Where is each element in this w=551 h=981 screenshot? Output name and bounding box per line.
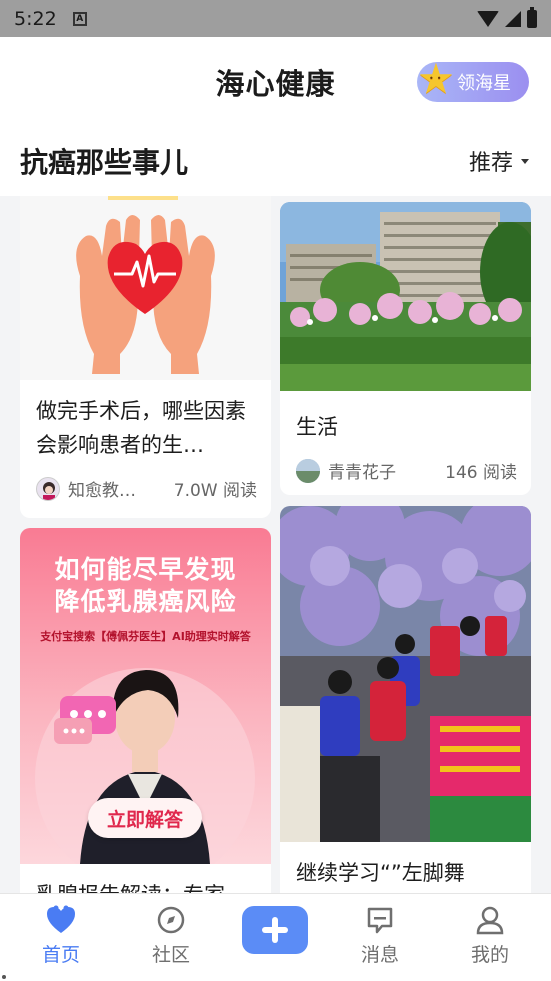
home-indicator [2,975,6,979]
tab-messages-label: 消息 [360,944,399,966]
app-header: 海心健康 ★ •• 领海星 [0,37,551,125]
tab-profile-label: 我的 [470,944,509,966]
promo-subtitle: 支付宝搜索【傅佩芬医生】AI助理实时解答 [40,630,251,643]
card-title: 做完手术后，哪些因素会影响患者的生… [36,399,246,457]
section-title: 抗癌那些事儿 [20,146,189,179]
feed-card[interactable]: 继续学习“”左脚舞 [280,506,531,893]
sort-label: 推荐 [468,151,513,176]
answer-now-button[interactable]: 立即解答 [88,798,202,838]
user-icon [450,904,530,936]
avatar [36,476,60,501]
section-header: 抗癌那些事儿 推荐 [0,125,551,196]
card-reads: 7.0W 阅读 [173,481,257,501]
collect-star-button[interactable]: ★ •• 领海星 [417,58,529,102]
notification-icon: A [72,11,87,26]
plus-icon [262,917,288,943]
star-icon: ★ •• [417,54,455,103]
sort-dropdown[interactable]: 推荐 [469,145,529,177]
caret-down-icon [521,158,529,164]
collect-star-label: 领海星 [457,73,511,94]
card-image [280,202,531,391]
card-author: 青青花子 [328,463,396,483]
promo-headline: 如何能尽早发现 降低乳腺癌风险 [54,555,237,616]
battery-icon [527,6,537,28]
card-title: 继续学习“”左脚舞 [296,861,465,885]
card-image [280,506,531,842]
tab-home-label: 首页 [41,944,80,966]
status-bar: 5:22 A [0,0,551,37]
card-reads: 146 阅读 [445,463,517,483]
bottom-tab-bar: 首页 社区 消息 我的 [0,893,551,981]
heart-icon [21,904,101,936]
card-meta: 青青花子 146 阅读 [296,458,517,483]
card-title: 生活 [296,415,338,439]
create-post-button[interactable] [242,906,308,954]
tab-community[interactable]: 社区 [131,904,211,967]
status-indicators [477,6,537,28]
feed-card[interactable]: 做完手术后，哪些因素会影响患者的生… 知愈教… 7.0W 阅读 [20,196,271,518]
card-author: 知愈教… [68,481,136,501]
signal-icon [505,10,521,27]
compass-icon [131,904,211,936]
feed-card[interactable]: 生活 青青花子 146 阅读 [280,202,531,495]
feed-card[interactable]: 如何能尽早发现 降低乳腺癌风险 支付宝搜索【傅佩芬医生】AI助理实时解答 立即解… [20,528,271,893]
wifi-icon [477,10,499,27]
message-icon [340,904,420,936]
tab-profile[interactable]: 我的 [450,904,530,967]
avatar [296,458,320,483]
feed[interactable]: 做完手术后，哪些因素会影响患者的生… 知愈教… 7.0W 阅读 生活 青青花子 … [0,196,551,893]
tab-messages[interactable]: 消息 [340,904,420,967]
card-image [20,196,271,380]
tab-community-label: 社区 [151,944,190,966]
card-image: 如何能尽早发现 降低乳腺癌风险 支付宝搜索【傅佩芬医生】AI助理实时解答 立即解… [20,528,271,864]
card-title: 乳腺报告解读：专家 [36,878,257,893]
card-meta: 知愈教… 7.0W 阅读 [36,476,257,501]
tab-home[interactable]: 首页 [21,904,101,967]
status-time: 5:22 [14,7,57,30]
